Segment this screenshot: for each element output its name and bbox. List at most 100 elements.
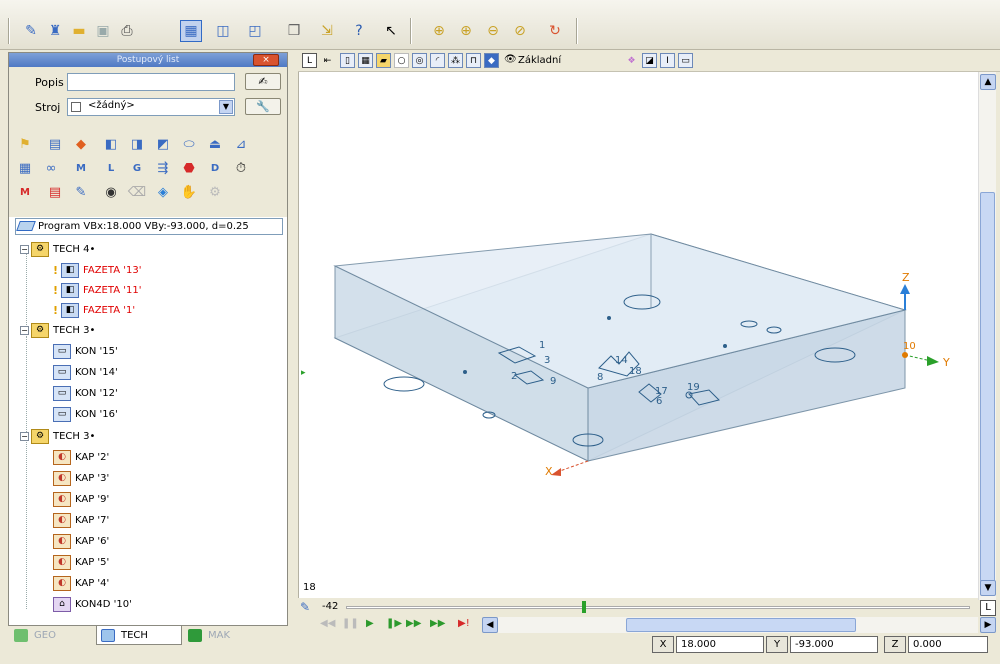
point-icon[interactable]: ◆ bbox=[71, 135, 91, 153]
run-to-end-icon[interactable]: ▶! bbox=[458, 618, 470, 629]
tree-node-tech3[interactable]: − ⚙ TECH 3• bbox=[20, 426, 95, 446]
collapse-icon[interactable]: − bbox=[20, 325, 29, 335]
scroll-right-icon[interactable]: ▶ bbox=[980, 617, 996, 633]
tab-tech[interactable]: TECH bbox=[96, 626, 182, 645]
view-curve-icon[interactable]: ◜ bbox=[430, 53, 445, 68]
refresh-icon[interactable]: ↻ bbox=[544, 20, 566, 42]
chamfer-icon[interactable]: ⊿ bbox=[231, 135, 251, 153]
checkbox-icon[interactable] bbox=[71, 102, 81, 112]
panel-close-button[interactable]: × bbox=[253, 54, 279, 66]
step-icon[interactable]: ❚▶ bbox=[386, 618, 402, 629]
timeline-slider[interactable] bbox=[582, 601, 586, 613]
note-icon[interactable]: ▤ bbox=[45, 183, 65, 201]
view-arc-icon[interactable]: ◎ bbox=[412, 53, 427, 68]
print-icon[interactable]: ⎙ bbox=[116, 20, 138, 42]
view-pattern-icon[interactable]: ⁂ bbox=[448, 53, 463, 68]
window-icon[interactable]: ▦ bbox=[180, 20, 202, 42]
3d-viewport[interactable]: 1 3 2 9 14 8 18 17 6 19 Z Y 10 X ▸ 18 bbox=[298, 72, 978, 600]
grid-icon[interactable]: ▦ bbox=[15, 159, 35, 177]
zoom-in-icon[interactable]: ⊕ bbox=[455, 20, 477, 42]
popis-input[interactable] bbox=[67, 73, 235, 91]
tab-mak[interactable]: MAK bbox=[184, 626, 270, 645]
whats-this-icon[interactable]: ↖ bbox=[380, 20, 402, 42]
scroll-down-icon[interactable]: ▼ bbox=[980, 580, 996, 596]
view-top-icon[interactable]: ▯ bbox=[340, 53, 355, 68]
zoom-icon[interactable]: ⊕ bbox=[428, 20, 450, 42]
chevron-down-icon[interactable]: ▼ bbox=[219, 100, 233, 114]
pocket-icon[interactable]: ◨ bbox=[127, 135, 147, 153]
zoom-previous-icon[interactable]: ⊘ bbox=[509, 20, 531, 42]
pencil-icon[interactable]: ✎ bbox=[300, 600, 310, 614]
stroj-select[interactable]: <žádný> ▼ bbox=[67, 98, 235, 116]
tree-item-fazeta[interactable]: ! ◧ FAZETA '11' bbox=[53, 280, 141, 300]
g-code-icon[interactable]: G bbox=[127, 159, 147, 177]
tree-item-fazeta[interactable]: ! ◧ FAZETA '1' bbox=[53, 300, 135, 320]
scroll-left-icon[interactable]: ◀ bbox=[482, 617, 498, 633]
disabled-tool-icon[interactable]: ⚙ bbox=[205, 183, 225, 201]
stroj-settings-button[interactable]: 🔧 bbox=[245, 98, 281, 115]
timeline-track[interactable] bbox=[346, 606, 970, 609]
fast-forward-icon[interactable]: ▶▶ bbox=[430, 618, 445, 629]
layers-icon[interactable]: ❖ bbox=[624, 53, 639, 68]
pocket2-icon[interactable]: ◩ bbox=[153, 135, 173, 153]
view-solid-icon[interactable]: ⊓ bbox=[466, 53, 481, 68]
edit-icon[interactable]: ✎ bbox=[20, 20, 42, 42]
save-icon[interactable]: ▣ bbox=[92, 20, 114, 42]
stop-icon[interactable]: ⬣ bbox=[179, 159, 199, 177]
rewind-icon[interactable]: ◀◀ bbox=[320, 618, 335, 629]
eye-icon[interactable]: ◉ bbox=[101, 183, 121, 201]
collapse-icon[interactable]: − bbox=[20, 244, 29, 254]
m-code-icon[interactable]: M bbox=[71, 159, 91, 177]
l-button[interactable]: L bbox=[302, 53, 317, 68]
link-icon[interactable]: ∞ bbox=[41, 159, 61, 177]
export-icon[interactable]: ⇲ bbox=[316, 20, 338, 42]
hidden-icon[interactable]: ⌫ bbox=[127, 183, 147, 201]
d-code-icon[interactable]: D bbox=[205, 159, 225, 177]
scroll-up-icon[interactable]: ▲ bbox=[980, 74, 996, 90]
corner-l-button[interactable]: L bbox=[980, 600, 996, 616]
tree-item-kap[interactable]: ◐ KAP '5' bbox=[53, 552, 109, 572]
tree-item-kon[interactable]: ▭ KON '15' bbox=[53, 341, 118, 361]
cursor-icon[interactable]: I bbox=[660, 53, 675, 68]
scroll-thumb[interactable] bbox=[980, 192, 995, 582]
tree-item-kap[interactable]: ◐ KAP '2' bbox=[53, 447, 109, 467]
tree-item-kap[interactable]: ◐ KAP '4' bbox=[53, 573, 109, 593]
comment-icon[interactable]: ▭ bbox=[678, 53, 693, 68]
arrows-icon[interactable]: ⇶ bbox=[153, 159, 173, 177]
tree-item-kap[interactable]: ◐ KAP '6' bbox=[53, 531, 109, 551]
folder-icon[interactable]: ▬ bbox=[68, 20, 90, 42]
view-front-icon[interactable]: ▰ bbox=[376, 53, 391, 68]
tree-item-kon4d[interactable]: ⌂ KON4D '10' bbox=[53, 594, 132, 614]
facing-icon[interactable]: ⬭ bbox=[179, 135, 199, 153]
tech-group-icon[interactable]: ▤ bbox=[45, 135, 65, 153]
diamond-icon[interactable]: ◈ bbox=[153, 183, 173, 201]
pause-icon[interactable]: ❚❚ bbox=[342, 618, 359, 629]
macro-icon[interactable]: M bbox=[15, 183, 35, 201]
tree-item-kon[interactable]: ▭ KON '12' bbox=[53, 383, 118, 403]
tab-geo[interactable]: GEO bbox=[10, 626, 96, 645]
vertical-scrollbar[interactable]: ▲ ▼ bbox=[978, 72, 996, 600]
hand-icon[interactable]: ✋ bbox=[179, 183, 199, 201]
view-circle-icon[interactable]: ○ bbox=[394, 53, 409, 68]
pin-icon[interactable]: ⇤ bbox=[320, 53, 335, 68]
program-info[interactable]: Program VBx:18.000 VBy:-93.000, d=0.25 bbox=[15, 218, 283, 235]
tree-item-kap[interactable]: ◐ KAP '3' bbox=[53, 468, 109, 488]
tree-node-tech4[interactable]: − ⚙ TECH 4• bbox=[20, 239, 95, 259]
l-code-icon[interactable]: L bbox=[101, 159, 121, 177]
tree-item-fazeta[interactable]: ! ◧ FAZETA '13' bbox=[53, 260, 141, 280]
tree-item-kon[interactable]: ▭ KON '14' bbox=[53, 362, 118, 382]
engrave-icon[interactable]: ⏏ bbox=[205, 135, 225, 153]
flag-icon[interactable]: ⚑ bbox=[15, 135, 35, 153]
popis-edit-button[interactable]: ✍ bbox=[245, 73, 281, 90]
zoom-window-icon[interactable]: ◫ bbox=[212, 20, 234, 42]
profile-icon[interactable]: ◧ bbox=[101, 135, 121, 153]
view-shade-icon[interactable]: ◆ bbox=[484, 53, 499, 68]
tree-item-kap[interactable]: ◐ KAP '7' bbox=[53, 510, 109, 530]
tree-node-tech3[interactable]: − ⚙ TECH 3• bbox=[20, 320, 95, 340]
view-3d-icon[interactable]: ◪ bbox=[642, 53, 657, 68]
view-grid-icon[interactable]: ▦ bbox=[358, 53, 373, 68]
h-scroll-thumb[interactable] bbox=[626, 618, 856, 632]
mode-label[interactable]: Základní bbox=[518, 55, 561, 66]
zoom-out-icon[interactable]: ⊖ bbox=[482, 20, 504, 42]
tree-item-kon[interactable]: ▭ KON '16' bbox=[53, 404, 118, 424]
